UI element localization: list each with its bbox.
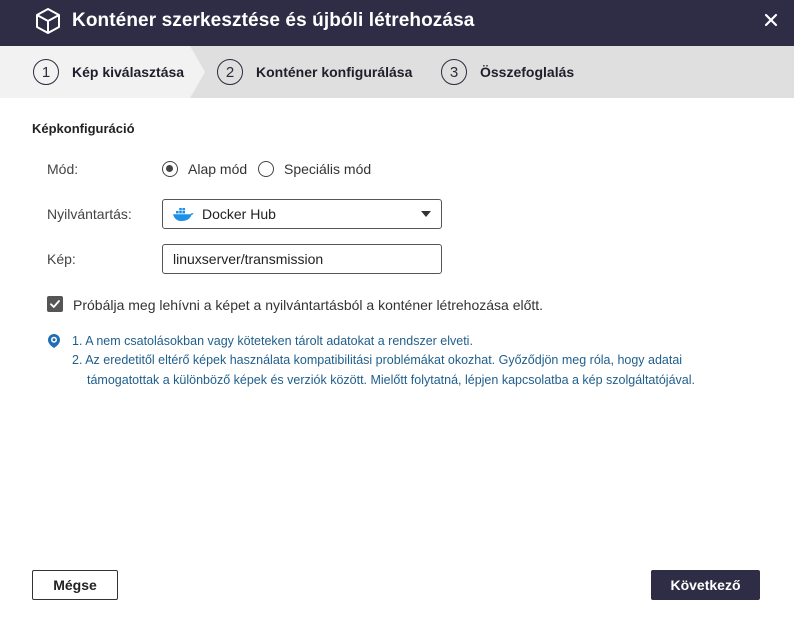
pull-image-checkbox-label: Próbálja meg lehívni a képet a nyilvánta… [73, 297, 544, 313]
step-2[interactable]: 2 Konténer konfigurálása [217, 59, 412, 85]
image-label: Kép: [47, 251, 76, 267]
step-3-label: Összefoglalás [480, 64, 575, 80]
radio-basic-mode[interactable]: Alap mód [162, 161, 247, 177]
checkmark-icon [50, 300, 60, 308]
image-input[interactable] [162, 244, 442, 274]
next-button[interactable]: Következő [651, 570, 760, 600]
chevron-down-icon [421, 211, 431, 217]
step-2-number: 2 [217, 59, 243, 85]
window-title: Konténer szerkesztése és újbóli létrehoz… [72, 10, 475, 31]
radio-advanced-mode-label: Speciális mód [284, 161, 372, 177]
step-2-label: Konténer konfigurálása [256, 64, 413, 80]
pull-image-checkbox[interactable] [47, 296, 63, 312]
container-box-icon [36, 8, 60, 34]
registry-select[interactable]: Docker Hub [162, 199, 442, 229]
step-1-label: Kép kiválasztása [72, 64, 185, 80]
cancel-button[interactable]: Mégse [32, 570, 118, 600]
docker-icon [173, 208, 194, 221]
mode-label: Mód: [47, 161, 79, 177]
note-line-1: 1. A nem csatolásokban vagy köteteken tá… [72, 334, 473, 348]
radio-advanced-mode-circle [258, 161, 274, 177]
step-1[interactable]: 1 Kép kiválasztása [33, 59, 184, 85]
registry-value: Docker Hub [202, 206, 276, 222]
note-line-2: 2. Az eredetitől eltérő képek használata… [72, 353, 683, 367]
title-bar: Konténer szerkesztése és újbóli létrehoz… [0, 0, 794, 46]
step-1-number: 1 [33, 59, 59, 85]
step-3-number: 3 [441, 59, 467, 85]
radio-basic-mode-circle [162, 161, 178, 177]
close-icon[interactable] [762, 11, 780, 29]
section-title: Képkonfiguráció [32, 121, 135, 136]
registry-label: Nyilvántartás: [47, 206, 132, 222]
radio-advanced-mode[interactable]: Speciális mód [258, 161, 371, 177]
note-line-3: támogatottak a különböző képek és verzió… [87, 373, 695, 387]
step-3[interactable]: 3 Összefoglalás [441, 59, 574, 85]
radio-basic-mode-label: Alap mód [188, 161, 248, 177]
wizard-steps: 1 Kép kiválasztása 2 Konténer konfigurál… [0, 46, 794, 98]
info-icon [48, 334, 60, 348]
